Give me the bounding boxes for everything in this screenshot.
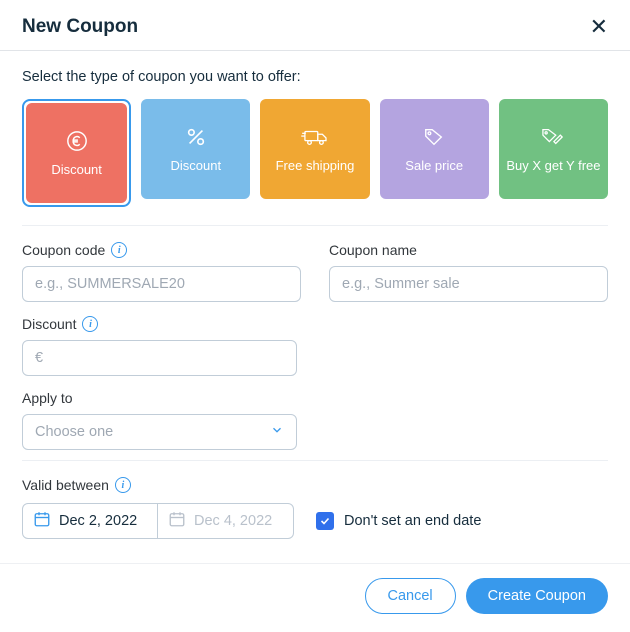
tile-label: Buy X get Y free <box>506 158 600 174</box>
discount-label: Discount i <box>22 316 608 332</box>
start-date-value: Dec 2, 2022 <box>59 513 137 529</box>
start-date-input[interactable]: Dec 2, 2022 <box>22 503 158 539</box>
no-end-date-option: Don't set an end date <box>316 512 481 530</box>
tile-free-shipping[interactable]: Free shipping <box>260 99 369 199</box>
tile-buy-x-get-y[interactable]: Buy X get Y free <box>499 99 608 199</box>
tile-selected-ring: Discount <box>22 99 131 207</box>
info-icon[interactable]: i <box>115 477 131 493</box>
field-coupon-name: Coupon name <box>329 242 608 302</box>
coupon-type-tiles: Discount Discount Free shipping Sal <box>22 99 608 207</box>
percent-icon <box>185 124 207 150</box>
coupon-code-label: Coupon code i <box>22 242 301 258</box>
divider <box>22 460 608 461</box>
truck-icon <box>300 124 330 150</box>
discount-input[interactable] <box>22 340 297 376</box>
euro-icon <box>66 128 88 154</box>
tile-label: Discount <box>171 158 222 174</box>
date-range: Dec 2, 2022 Dec 4, 2022 <box>22 503 294 539</box>
close-icon[interactable]: ✕ <box>590 16 608 38</box>
modal-title: New Coupon <box>22 16 138 38</box>
calendar-icon <box>168 510 186 532</box>
apply-to-label: Apply to <box>22 390 608 406</box>
create-coupon-button[interactable]: Create Coupon <box>466 578 608 614</box>
chevron-down-icon <box>270 423 284 441</box>
end-date-input[interactable]: Dec 4, 2022 <box>158 503 294 539</box>
info-icon[interactable]: i <box>82 316 98 332</box>
tags-icon <box>540 124 566 150</box>
modal-footer: Cancel Create Coupon <box>0 563 630 632</box>
tile-percent-discount[interactable]: Discount <box>141 99 250 199</box>
field-coupon-code: Coupon code i <box>22 242 301 302</box>
tile-label: Sale price <box>405 158 463 174</box>
tile-sale-price[interactable]: Sale price <box>380 99 489 199</box>
tile-label: Free shipping <box>276 158 355 174</box>
field-apply-to: Apply to Choose one <box>22 390 608 450</box>
end-date-value: Dec 4, 2022 <box>194 513 272 529</box>
tag-icon <box>422 124 446 150</box>
modal-header: New Coupon ✕ <box>0 0 630 50</box>
field-discount: Discount i <box>22 316 608 376</box>
coupon-name-label: Coupon name <box>329 242 608 258</box>
info-icon[interactable]: i <box>111 242 127 258</box>
new-coupon-modal: New Coupon ✕ Select the type of coupon y… <box>0 0 630 632</box>
tile-label: Discount <box>51 162 102 178</box>
cancel-button[interactable]: Cancel <box>365 578 456 614</box>
no-end-date-label: Don't set an end date <box>344 513 481 529</box>
coupon-name-input[interactable] <box>329 266 608 302</box>
coupon-type-prompt: Select the type of coupon you want to of… <box>22 69 608 85</box>
apply-to-placeholder: Choose one <box>35 424 113 440</box>
valid-between-label: Valid between i <box>22 477 608 493</box>
calendar-icon <box>33 510 51 532</box>
coupon-code-input[interactable] <box>22 266 301 302</box>
no-end-date-checkbox[interactable] <box>316 512 334 530</box>
tile-euro-discount[interactable]: Discount <box>26 103 127 203</box>
divider <box>22 225 608 226</box>
apply-to-select[interactable]: Choose one <box>22 414 297 450</box>
